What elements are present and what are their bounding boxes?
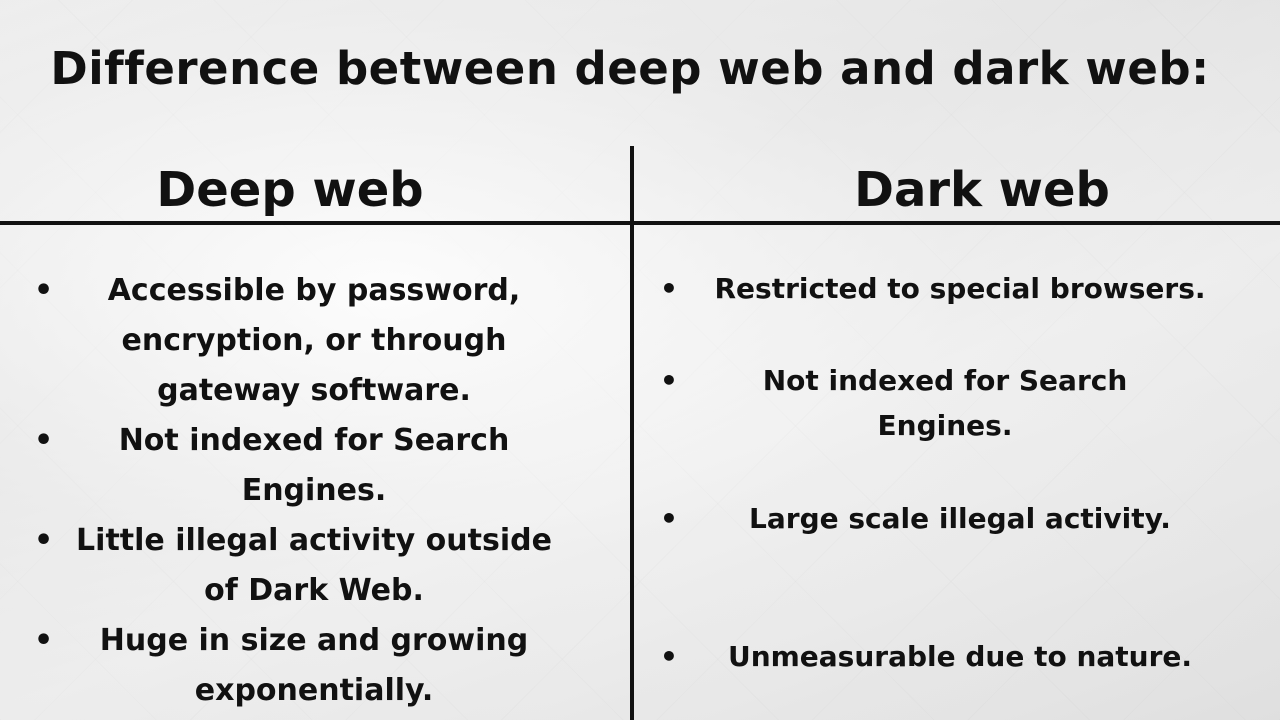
list-item-text: Restricted to special browsers.	[714, 272, 1206, 305]
list-item: • Little illegal activity outside of Dar…	[34, 516, 554, 616]
list-item: • Unmeasurable due to nature.	[660, 634, 1240, 679]
bullet-icon: •	[660, 364, 678, 397]
slide: Difference between deep web and dark web…	[0, 0, 1280, 720]
list-item: • Restricted to special browsers.	[660, 266, 1240, 311]
list-item-text: Not indexed for Search Engines.	[118, 423, 510, 508]
header-divider-horizontal	[0, 221, 1280, 225]
list-item: • Accessible by password, encryption, or…	[34, 266, 554, 416]
deep-web-list: • Accessible by password, encryption, or…	[34, 266, 554, 716]
list-item: • Not indexed for Search Engines.	[660, 358, 1240, 448]
list-item-text: Huge in size and growing exponentially.	[99, 623, 529, 708]
list-item-text: Not indexed for Search Engines.	[762, 364, 1128, 442]
bullet-icon: •	[660, 640, 678, 673]
list-item: • Huge in size and growing exponentially…	[34, 616, 554, 716]
dark-web-heading: Dark web	[854, 162, 1110, 218]
bullet-icon: •	[34, 273, 54, 308]
list-item: • Large scale illegal activity.	[660, 496, 1240, 541]
list-item-text: Little illegal activity outside of Dark …	[76, 523, 552, 608]
column-divider-vertical	[630, 146, 634, 720]
list-item-text: Unmeasurable due to nature.	[727, 640, 1193, 673]
bullet-icon: •	[660, 502, 678, 535]
list-item-text: Accessible by password, encryption, or t…	[107, 273, 521, 408]
list-item-text: Large scale illegal activity.	[749, 502, 1171, 535]
bullet-icon: •	[34, 523, 54, 558]
bullet-icon: •	[660, 272, 678, 305]
deep-web-heading: Deep web	[156, 162, 424, 218]
slide-title: Difference between deep web and dark web…	[50, 42, 1210, 95]
bullet-icon: •	[34, 423, 54, 458]
bullet-icon: •	[34, 623, 54, 658]
list-item: • Not indexed for Search Engines.	[34, 416, 554, 516]
